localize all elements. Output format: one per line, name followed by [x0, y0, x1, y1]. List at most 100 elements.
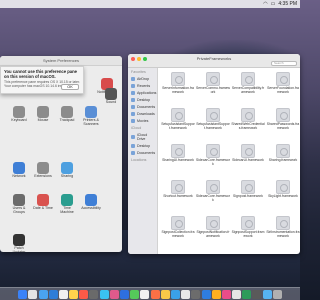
- system-preferences-titlebar[interactable]: System Preferences: [0, 56, 122, 66]
- dock-app-icon[interactable]: [89, 289, 99, 299]
- dock-app-icon[interactable]: [79, 289, 89, 299]
- dock-app-icon[interactable]: [140, 289, 150, 299]
- sidebar-item[interactable]: Documents: [128, 149, 157, 156]
- pref-label: Extensions: [34, 174, 52, 178]
- dock-app-icon[interactable]: [130, 289, 140, 299]
- file-item[interactable]: SignpostNotification.framework: [196, 216, 230, 239]
- pref-item-trackpad[interactable]: Trackpad: [56, 106, 78, 123]
- pref-icon: [13, 234, 25, 246]
- sidebar-item[interactable]: Desktop: [128, 142, 157, 149]
- file-item[interactable]: SharingUI.framework: [161, 144, 195, 163]
- dock-app-icon[interactable]: [58, 289, 68, 299]
- dock-app-icon[interactable]: [232, 289, 242, 299]
- file-item[interactable]: Shortcut.framework: [161, 180, 195, 199]
- sidebar-item[interactable]: Applications: [128, 89, 157, 96]
- file-name: SignpostNotification.framework: [196, 230, 230, 238]
- sidebar-group-locations: Locations: [131, 158, 147, 162]
- file-item[interactable]: SiriInstrumentation.framework: [266, 216, 300, 239]
- dock-app-icon[interactable]: [28, 289, 38, 299]
- dock-app-icon[interactable]: [69, 289, 79, 299]
- file-item[interactable]: ServerFoundation.framework: [266, 72, 300, 95]
- pref-item-patch-updater[interactable]: Patch Updater: [8, 234, 30, 252]
- file-item[interactable]: SidecarCore.framework: [196, 144, 230, 167]
- framework-icon: [276, 180, 290, 194]
- menu-bar-clock[interactable]: 4:35 PM: [278, 1, 297, 7]
- pref-item-accessibility[interactable]: Accessibility: [80, 194, 102, 211]
- file-item[interactable]: ServerCommu.framework: [196, 72, 230, 95]
- file-item[interactable]: SetupAssistantSupport.framework: [196, 108, 230, 131]
- file-item[interactable]: Sharing.framework: [266, 144, 300, 163]
- sidebar-item[interactable]: Downloads: [128, 110, 157, 117]
- dock-app-icon[interactable]: [272, 289, 282, 299]
- dock-app-icon[interactable]: [170, 289, 180, 299]
- file-item[interactable]: ServerCompatibility.framework: [231, 72, 265, 95]
- file-item[interactable]: ServerInformation.framework: [161, 72, 195, 95]
- wifi-icon[interactable]: ◠: [263, 1, 267, 7]
- dock-app-icon[interactable]: [150, 289, 160, 299]
- dock-app-icon[interactable]: [191, 289, 201, 299]
- dock-app-icon[interactable]: [181, 289, 191, 299]
- sidebar-item[interactable]: Documents: [128, 103, 157, 110]
- pref-item-mouse[interactable]: Mouse: [32, 106, 54, 123]
- sidebar-item-label: Applications: [137, 90, 157, 95]
- pref-label: Time Machine: [60, 206, 74, 214]
- file-item[interactable]: SignpostSupport.framework: [231, 216, 265, 239]
- file-name: ServerFoundation.framework: [267, 86, 299, 94]
- framework-icon: [276, 72, 290, 86]
- file-icon-grid: ServerInformation.framework ServerCommu.f…: [159, 68, 300, 254]
- dock-app-icon[interactable]: [38, 289, 48, 299]
- dock-app-icon[interactable]: [18, 289, 28, 299]
- pref-icon: [85, 106, 97, 118]
- pref-item-users-groups[interactable]: Users & Groups: [8, 194, 30, 215]
- dock-app-icon[interactable]: [201, 289, 211, 299]
- pref-label: Mouse: [37, 118, 49, 122]
- file-item[interactable]: SidecarUI.framework: [231, 144, 265, 163]
- sidebar-item-label: iCloud Drive: [137, 132, 148, 141]
- file-item[interactable]: SidecarCore.framework: [196, 180, 230, 203]
- sidebar-item[interactable]: Recents: [128, 82, 157, 89]
- sidebar-item[interactable]: AirDrop: [128, 75, 157, 82]
- pref-item-time-machine[interactable]: Time Machine: [56, 194, 78, 215]
- pref-item-extensions[interactable]: Extensions: [32, 162, 54, 179]
- dock-app-icon[interactable]: [109, 289, 119, 299]
- sidebar-item[interactable]: Movies: [128, 117, 157, 124]
- pref-icon: [37, 106, 49, 118]
- dock-app-icon[interactable]: [221, 289, 231, 299]
- pref-item-printers-scanners[interactable]: Printers & Scanners: [80, 106, 102, 127]
- sidebar-item[interactable]: Desktop: [128, 96, 157, 103]
- pref-item-sound[interactable]: Sound: [100, 88, 122, 105]
- dock-app-icon[interactable]: [120, 289, 130, 299]
- file-item[interactable]: SkyLight.framework: [266, 180, 300, 199]
- sidebar-item[interactable]: iCloud Drive: [128, 131, 157, 142]
- ok-button[interactable]: OK: [61, 84, 79, 90]
- sidebar-item-label: Movies: [137, 118, 149, 123]
- file-name: ServerCommu.framework: [196, 86, 230, 94]
- pref-label: Printers & Scanners: [83, 118, 99, 126]
- file-name: SiriInstrumentation.framework: [266, 230, 300, 238]
- file-item[interactable]: Signpost.framework: [231, 180, 265, 199]
- dock-app-icon[interactable]: [252, 289, 262, 299]
- dock-app-icon[interactable]: [48, 289, 58, 299]
- system-preferences-window: System Preferences NotificationsKeyboard…: [0, 56, 122, 252]
- battery-icon[interactable]: ▭: [271, 1, 276, 7]
- file-item[interactable]: SignpostCollection.framework: [161, 216, 195, 239]
- framework-icon: [171, 144, 185, 158]
- pref-item-keyboard[interactable]: Keyboard: [8, 106, 30, 123]
- file-name: SidecarCore.framework: [196, 158, 230, 166]
- search-field[interactable]: Search: [271, 61, 297, 66]
- file-item[interactable]: SetupAssistantSupport.framework: [161, 108, 195, 131]
- pref-item-network[interactable]: Network: [8, 162, 30, 179]
- pref-item-sharing[interactable]: Sharing: [56, 162, 78, 179]
- dock-app-icon[interactable]: [160, 289, 170, 299]
- pref-icon: [61, 106, 73, 118]
- pref-label: Patch Updater: [12, 246, 26, 252]
- dock-app-icon[interactable]: [262, 289, 272, 299]
- framework-icon: [206, 144, 220, 158]
- dock-app-icon[interactable]: [99, 289, 109, 299]
- file-item[interactable]: SharedPasswords.framework: [266, 108, 300, 131]
- file-name: SignpostSupport.framework: [231, 230, 265, 238]
- file-item[interactable]: SharedWebCredentials.framework: [231, 108, 265, 131]
- dock-app-icon[interactable]: [242, 289, 252, 299]
- pref-item-date-time[interactable]: Date & Time: [32, 194, 54, 211]
- dock-app-icon[interactable]: [211, 289, 221, 299]
